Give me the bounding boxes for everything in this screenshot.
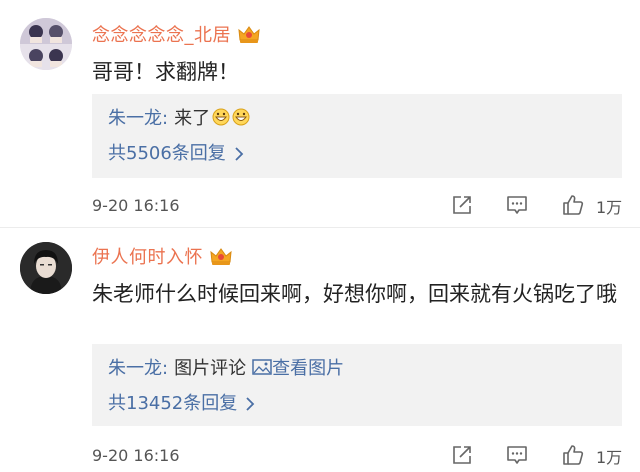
reply-username-link[interactable]: 朱一龙: (108, 354, 168, 380)
reply-count: 共5506条回复 (108, 143, 226, 164)
avatar[interactable] (20, 242, 72, 294)
like-count: 1万 (596, 198, 623, 217)
comment-icon[interactable] (505, 193, 529, 217)
avatar[interactable] (20, 18, 72, 70)
like-icon[interactable] (561, 193, 585, 217)
share-icon[interactable] (450, 193, 474, 217)
image-icon (252, 358, 272, 376)
reply-preview-line: 朱一龙: 图片评论 查看图片 (108, 354, 344, 380)
crown-icon (237, 24, 261, 44)
crown-icon (209, 246, 233, 266)
reply-preview-line: 朱一龙: 来了 (108, 104, 252, 130)
reply-text: 来了 (174, 108, 211, 129)
chevron-right-icon (245, 395, 255, 411)
like-count: 1万 (596, 448, 623, 467)
comment-footer: 9-20 16:16 1万 (92, 190, 640, 220)
share-icon[interactable] (450, 443, 474, 467)
comment-text: 朱老师什么时候回来啊，好想你啊，回来就有火锅吃了哦 (92, 282, 617, 306)
like-icon[interactable] (561, 443, 585, 467)
timestamp: 9-20 16:16 (92, 445, 180, 465)
comment-footer: 9-20 16:16 1万 (92, 440, 640, 470)
reply-preview-box[interactable]: 朱一龙: 来了 共5506条回复 (92, 94, 622, 178)
reply-text: 图片评论 (174, 358, 247, 379)
reply-count-link[interactable]: 共5506条回复 (108, 139, 244, 165)
comment-icon[interactable] (505, 443, 529, 467)
reply-preview-box[interactable]: 朱一龙: 图片评论 查看图片 共13452条回复 (92, 344, 622, 426)
reply-count-link[interactable]: 共13452条回复 (108, 389, 255, 415)
timestamp: 9-20 16:16 (92, 195, 180, 215)
chevron-right-icon (234, 145, 244, 161)
reply-count: 共13452条回复 (108, 393, 238, 414)
comment-text: 哥哥！求翻牌！ (92, 60, 239, 84)
reply-username-link[interactable]: 朱一龙: (108, 104, 168, 130)
comment-item: 念念念念念_北居 哥哥！求翻牌！ 朱一龙: 来了 共5506条回复 9-20 1… (0, 0, 640, 228)
comment-item: 伊人何时入怀 朱老师什么时候回来啊，好想你啊，回来就有火锅吃了哦 朱一龙: 图片… (0, 228, 640, 472)
username-link[interactable]: 念念念念念_北居 (92, 21, 231, 47)
grin-emoji-icon (212, 107, 252, 127)
username-link[interactable]: 伊人何时入怀 (92, 243, 203, 269)
view-image-link[interactable]: 查看图片 (272, 354, 344, 380)
